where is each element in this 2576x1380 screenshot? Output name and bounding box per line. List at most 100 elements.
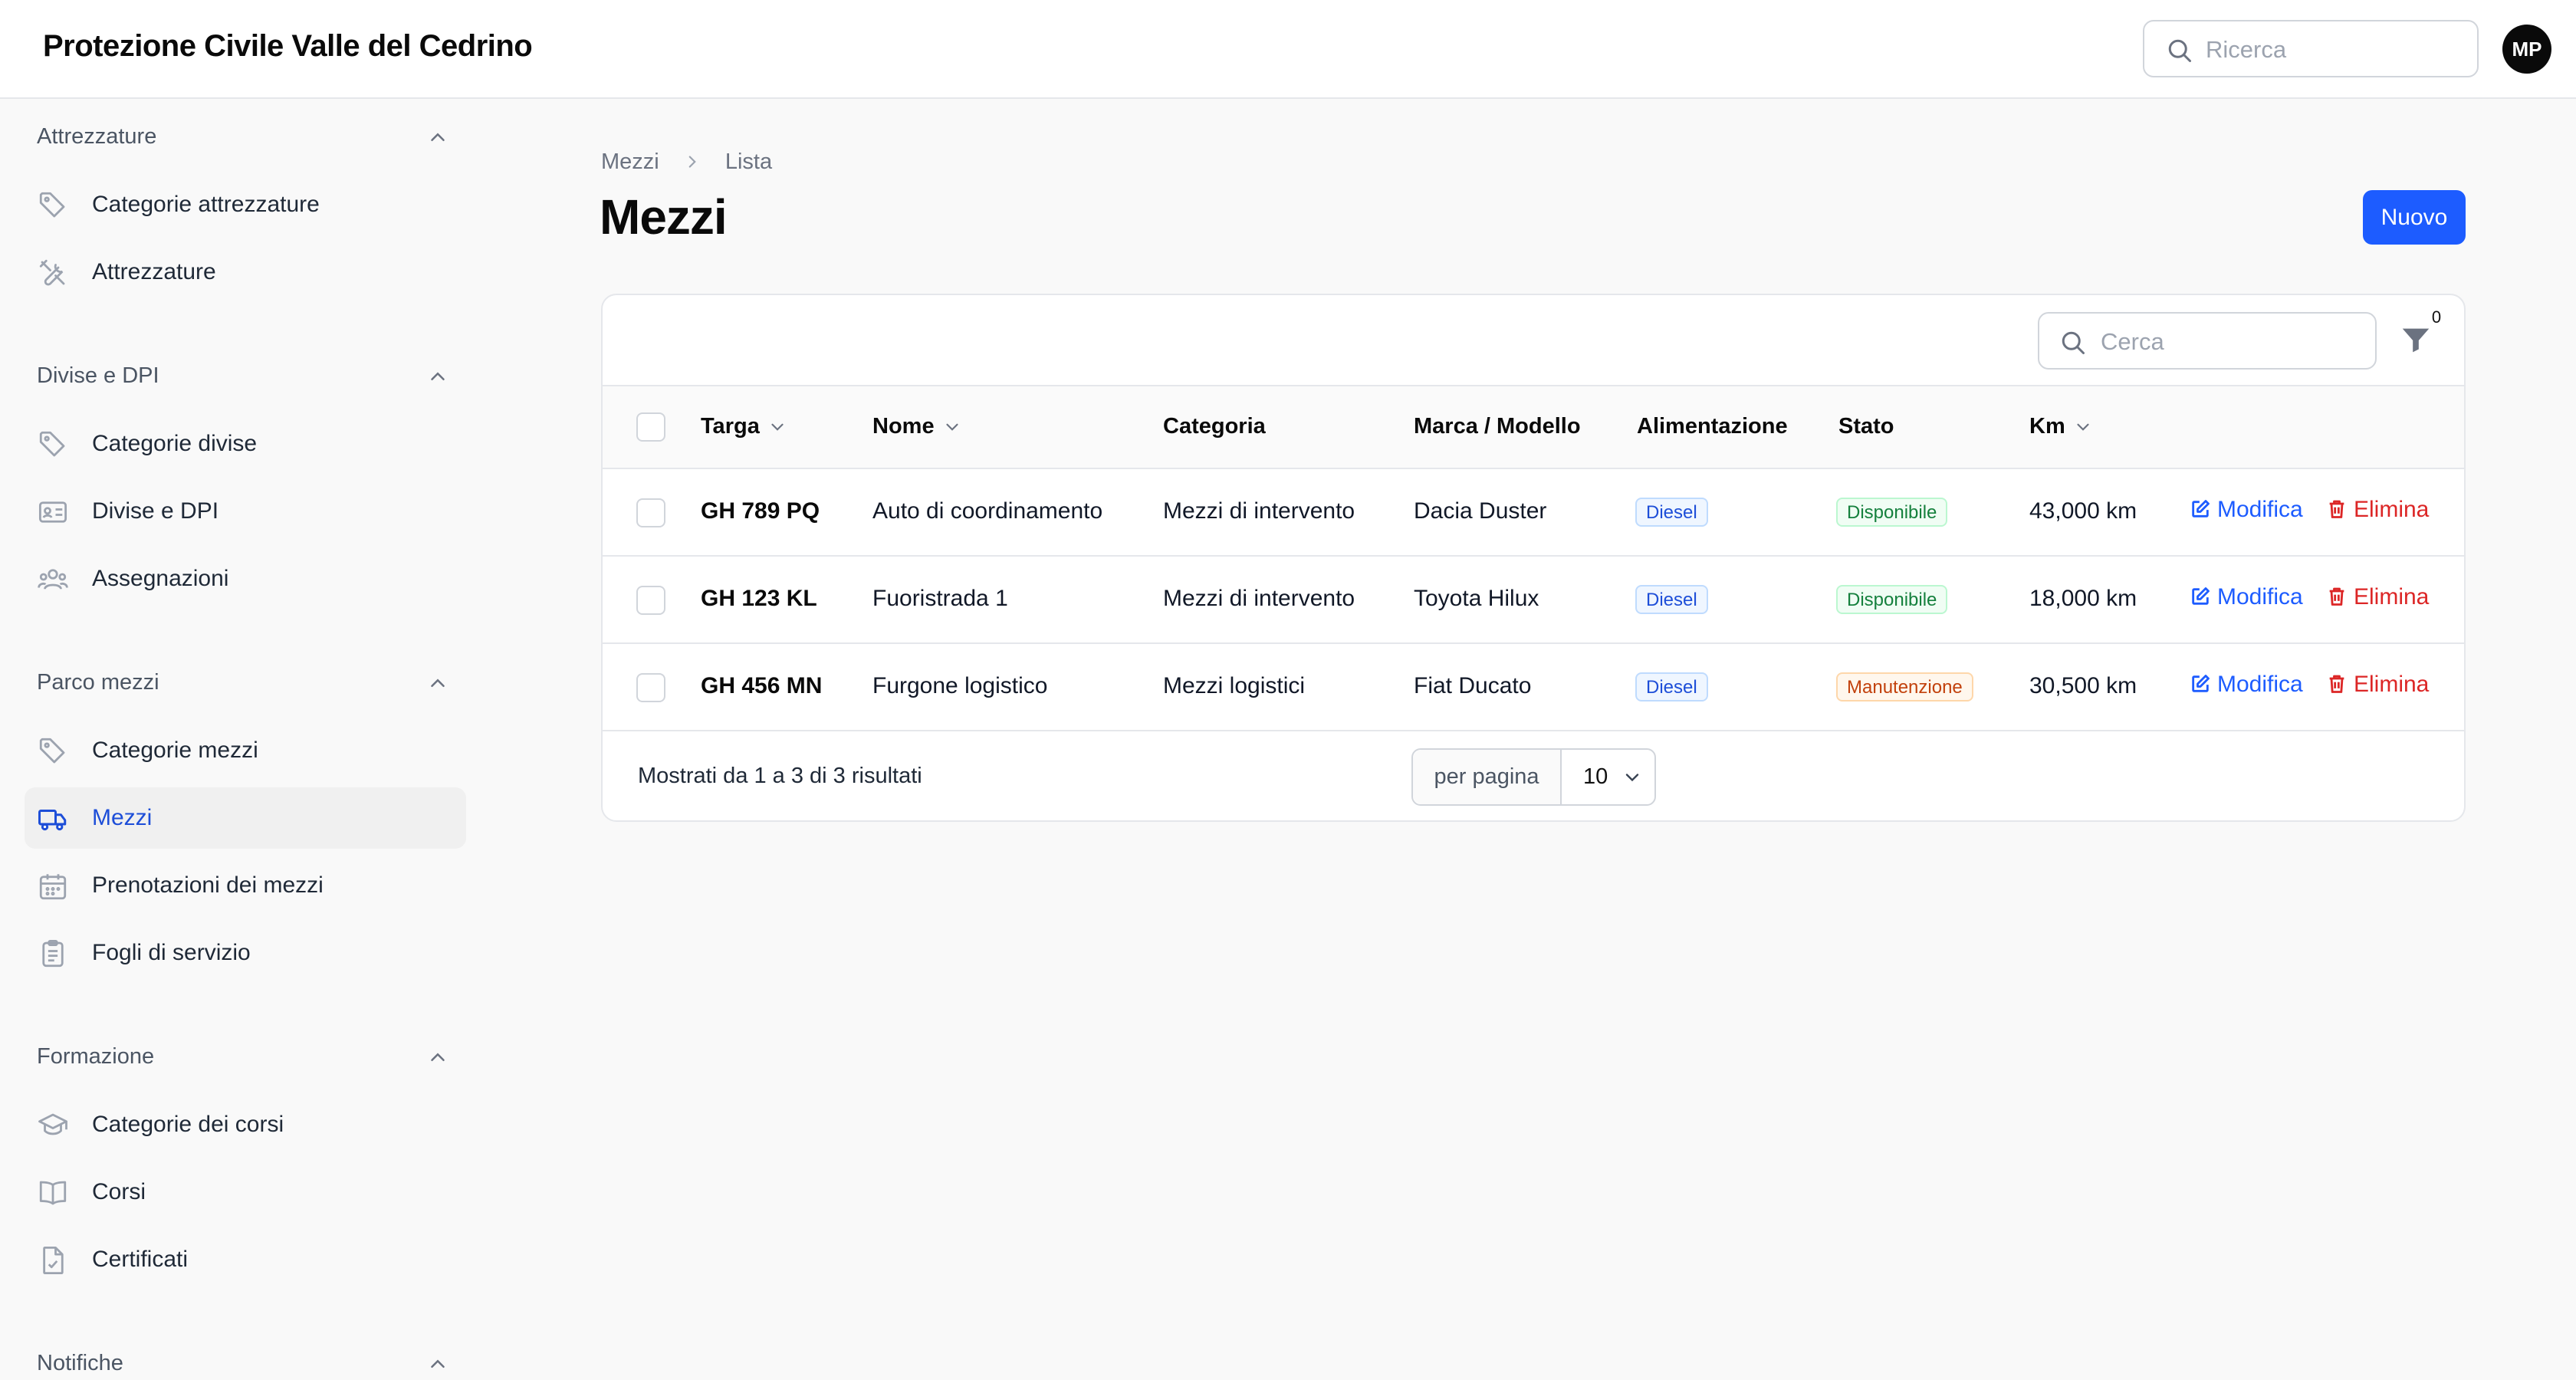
tag-icon bbox=[39, 192, 65, 218]
trash-icon bbox=[2329, 675, 2344, 693]
column-header-label: Nome bbox=[872, 414, 935, 439]
row-checkbox[interactable] bbox=[636, 586, 665, 615]
column-header-label: Targa bbox=[701, 414, 760, 439]
cell-km: 30,500 km bbox=[2029, 673, 2137, 698]
column-header-alimentazione: Alimentazione bbox=[1637, 414, 1788, 439]
delete-label: Elimina bbox=[2354, 497, 2430, 522]
cell-nome: Auto di coordinamento bbox=[872, 498, 1103, 524]
chevron-up-icon[interactable] bbox=[426, 1352, 449, 1375]
graduation-cap-icon bbox=[38, 1113, 67, 1135]
results-summary: Mostrati da 1 a 3 di 3 risultati bbox=[638, 764, 922, 788]
chevron-up-icon[interactable] bbox=[426, 1046, 449, 1069]
sidebar-item-label: Divise e DPI bbox=[92, 498, 219, 524]
cell-km: 18,000 km bbox=[2029, 586, 2137, 611]
search-icon bbox=[2168, 39, 2191, 62]
truck-icon bbox=[38, 810, 67, 831]
status-badge: Disponibile bbox=[1836, 498, 1948, 527]
sidebar-item-label: Certificati bbox=[92, 1247, 189, 1272]
clipboard-icon bbox=[42, 939, 64, 968]
per-page-label: per pagina bbox=[1413, 750, 1562, 804]
sidebar-group-parco-mezzi[interactable]: Parco mezzi bbox=[37, 670, 159, 695]
sidebar-item-corsi[interactable]: Corsi bbox=[25, 1162, 466, 1223]
edit-label: Modifica bbox=[2217, 672, 2303, 697]
chevron-down-icon bbox=[2077, 424, 2089, 432]
sidebar-item-fogli-servizio[interactable]: Fogli di servizio bbox=[25, 922, 466, 984]
chevron-down-icon bbox=[945, 424, 958, 432]
status-badge: Disponibile bbox=[1836, 585, 1948, 614]
row-checkbox[interactable] bbox=[636, 673, 665, 702]
sidebar-item-label: Categorie mezzi bbox=[92, 738, 258, 763]
cell-categoria: Mezzi di intervento bbox=[1163, 498, 1355, 524]
sidebar-item-label: Fogli di servizio bbox=[92, 940, 251, 965]
edit-icon bbox=[2192, 500, 2210, 518]
table-footer: Mostrati da 1 a 3 di 3 risultati per pag… bbox=[603, 731, 2464, 820]
chevron-right-icon bbox=[688, 156, 696, 168]
calendar-icon bbox=[39, 874, 67, 900]
table-row: GH 123 KL Fuoristrada 1 Mezzi di interve… bbox=[603, 557, 2464, 644]
table-row: GH 789 PQ Auto di coordinamento Mezzi di… bbox=[603, 469, 2464, 557]
sidebar-item-attrezzature[interactable]: Attrezzature bbox=[25, 242, 466, 303]
edit-button[interactable]: Modifica bbox=[2190, 584, 2303, 610]
column-header-targa[interactable]: Targa bbox=[701, 414, 787, 439]
new-button[interactable]: Nuovo bbox=[2363, 190, 2466, 245]
edit-label: Modifica bbox=[2217, 497, 2303, 522]
breadcrumb-current: Lista bbox=[724, 149, 773, 174]
document-check-icon bbox=[43, 1246, 64, 1275]
chevron-up-icon[interactable] bbox=[426, 672, 449, 695]
edit-label: Modifica bbox=[2217, 584, 2303, 610]
column-header-nome[interactable]: Nome bbox=[872, 414, 962, 439]
sidebar-item-categorie-attrezzature[interactable]: Categorie attrezzature bbox=[25, 174, 466, 235]
cell-targa: GH 123 KL bbox=[701, 586, 817, 611]
table-search-placeholder: Cerca bbox=[2101, 328, 2164, 355]
chevron-down-icon bbox=[771, 424, 784, 432]
id-card-icon bbox=[38, 501, 67, 523]
sidebar-item-certificati[interactable]: Certificati bbox=[25, 1229, 466, 1290]
table-row: GH 456 MN Furgone logistico Mezzi logist… bbox=[603, 644, 2464, 731]
page-title: Mezzi bbox=[600, 189, 728, 245]
delete-button[interactable]: Elimina bbox=[2326, 497, 2429, 523]
delete-button[interactable]: Elimina bbox=[2326, 584, 2429, 610]
users-icon bbox=[38, 569, 68, 590]
tag-icon bbox=[39, 431, 65, 457]
sidebar-item-divise-dpi[interactable]: Divise e DPI bbox=[25, 481, 466, 542]
avatar[interactable]: MP bbox=[2502, 25, 2551, 74]
sidebar-item-prenotazioni-mezzi[interactable]: Prenotazioni dei mezzi bbox=[25, 855, 466, 916]
filter-icon[interactable] bbox=[2398, 323, 2433, 358]
chevron-up-icon[interactable] bbox=[426, 126, 449, 149]
sidebar-group-notifiche[interactable]: Notifiche bbox=[37, 1351, 123, 1376]
row-checkbox[interactable] bbox=[636, 498, 665, 527]
column-header-marca-modello: Marca / Modello bbox=[1414, 414, 1581, 439]
sidebar-group-divise[interactable]: Divise e DPI bbox=[37, 363, 159, 389]
table-header: Targa Nome Categoria Marca / Modello Ali… bbox=[603, 386, 2464, 469]
sidebar-item-label: Categorie dei corsi bbox=[92, 1112, 284, 1137]
sidebar-group-attrezzature[interactable]: Attrezzature bbox=[37, 124, 156, 150]
per-page-select[interactable]: per pagina 10 bbox=[1411, 748, 1656, 806]
select-all-checkbox[interactable] bbox=[636, 412, 665, 442]
delete-button[interactable]: Elimina bbox=[2326, 672, 2429, 698]
edit-button[interactable]: Modifica bbox=[2190, 497, 2303, 523]
table-search-input[interactable]: Cerca bbox=[2038, 312, 2377, 370]
cell-targa: GH 789 PQ bbox=[701, 498, 820, 524]
cell-nome: Furgone logistico bbox=[872, 673, 1048, 698]
fuel-badge: Diesel bbox=[1635, 498, 1708, 527]
per-page-value: 10 bbox=[1583, 764, 1608, 789]
sidebar-item-assegnazioni[interactable]: Assegnazioni bbox=[25, 548, 466, 610]
delete-label: Elimina bbox=[2354, 672, 2430, 697]
sidebar-item-categorie-corsi[interactable]: Categorie dei corsi bbox=[25, 1094, 466, 1155]
column-header-label: Km bbox=[2029, 414, 2065, 439]
column-header-km[interactable]: Km bbox=[2029, 414, 2093, 439]
edit-button[interactable]: Modifica bbox=[2190, 672, 2303, 698]
chevron-up-icon[interactable] bbox=[426, 365, 449, 388]
sidebar-item-categorie-mezzi[interactable]: Categorie mezzi bbox=[25, 720, 466, 781]
app-title[interactable]: Protezione Civile Valle del Cedrino bbox=[43, 29, 533, 64]
breadcrumb-parent[interactable]: Mezzi bbox=[601, 150, 659, 175]
sidebar-item-mezzi[interactable]: Mezzi bbox=[25, 787, 466, 849]
table-toolbar: Cerca 0 bbox=[603, 295, 2464, 386]
global-search-input[interactable]: Ricerca bbox=[2143, 20, 2479, 77]
sidebar-group-formazione[interactable]: Formazione bbox=[37, 1044, 154, 1070]
sidebar-item-label: Mezzi bbox=[92, 805, 153, 830]
sidebar-item-categorie-divise[interactable]: Categorie divise bbox=[25, 413, 466, 475]
tag-icon bbox=[39, 738, 65, 764]
chevron-down-icon bbox=[1625, 774, 1639, 782]
top-bar: Protezione Civile Valle del Cedrino Rice… bbox=[0, 0, 2576, 99]
